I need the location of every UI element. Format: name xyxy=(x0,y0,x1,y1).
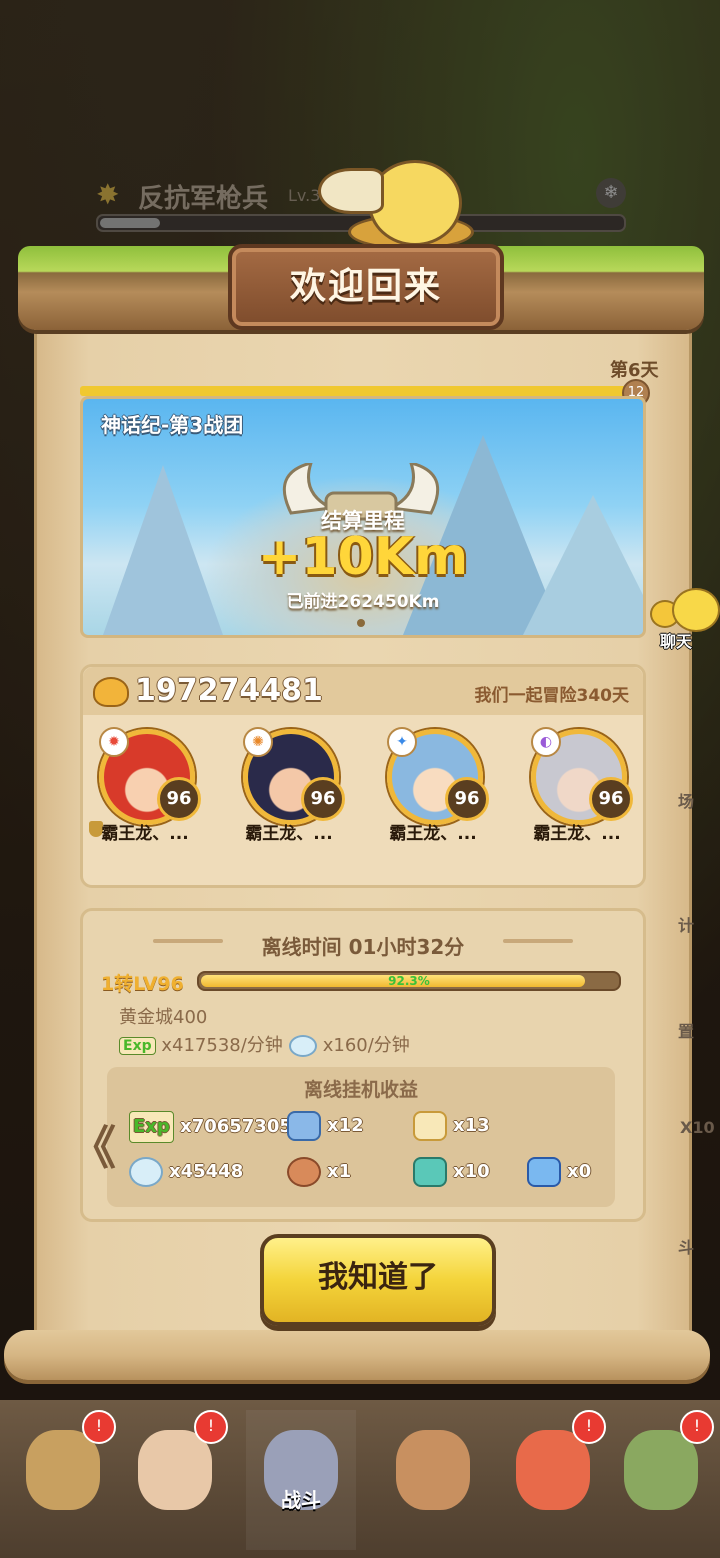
hero-level: 96 xyxy=(589,777,633,821)
exp-rate-value: x417538/分钟 xyxy=(161,1035,283,1056)
chat-face-icon xyxy=(672,588,720,632)
scroll-bottom-rod xyxy=(4,1330,710,1380)
ice-element-icon: ✦ xyxy=(387,727,417,757)
nav-tab-2[interactable]: ! xyxy=(120,1410,230,1550)
xp-progress-bar: 92.3% xyxy=(197,971,621,991)
rewards-title: 离线挂机收益 xyxy=(303,1079,418,1101)
hero-slot[interactable]: ✹ 96 霸王龙、... xyxy=(85,725,205,845)
combat-power: 197274481 xyxy=(135,673,323,708)
offline-rewards: 离线挂机收益 Exp x70657305 x12 x13 x45448 x1 x… xyxy=(107,1067,615,1207)
hero-name: 霸王龙、... xyxy=(389,824,477,844)
side-menu-fragment: X10 xyxy=(680,1118,715,1137)
exp-rate: Exp x417538/分钟 xyxy=(119,1031,283,1057)
reward-exp: Exp x70657305 xyxy=(129,1111,292,1143)
reward-diamond: x45448 xyxy=(129,1157,243,1187)
equipment-box-icon xyxy=(287,1111,321,1141)
nav-character-icon xyxy=(396,1430,470,1510)
offline-panel: 离线时间 01小时32分 1转LV96 92.3% 黄金城400 Exp x41… xyxy=(80,908,646,1222)
blue-crystal-icon xyxy=(527,1157,561,1187)
map-title: 神话纪-第3战团 xyxy=(101,413,244,437)
dialog-title-plate: 欢迎回来 xyxy=(228,244,504,330)
reward-equipment: x12 xyxy=(287,1111,364,1141)
reward-blue-crystal: x0 xyxy=(527,1157,591,1187)
distance-gain: +10Km xyxy=(257,527,469,587)
chat-button[interactable]: 聊天 xyxy=(650,588,720,654)
nav-tab-5[interactable]: ! xyxy=(498,1410,608,1550)
gem-rate: x160/分钟 xyxy=(289,1031,410,1057)
nav-tab-1[interactable]: ! xyxy=(8,1410,118,1550)
prev-page-arrow-icon[interactable]: 《 xyxy=(70,1112,116,1178)
side-menu-fragment: 场 xyxy=(678,792,695,811)
total-distance: 已前进262450Km xyxy=(286,592,440,612)
stage-progress-bar xyxy=(80,386,642,396)
nav-tab-battle[interactable]: 战斗 xyxy=(246,1410,356,1550)
shadow-element-icon: ◐ xyxy=(531,727,561,757)
gem-rate-value: x160/分钟 xyxy=(322,1035,410,1056)
hero-level: 96 xyxy=(301,777,345,821)
chat-label: 聊天 xyxy=(660,632,693,651)
adventure-days: 我们一起冒险340天 xyxy=(474,686,630,706)
offline-time: 离线时间 01小时32分 xyxy=(261,935,465,959)
exp-icon: Exp xyxy=(129,1111,174,1143)
meat-icon xyxy=(287,1157,321,1187)
nav-character-icon xyxy=(624,1430,698,1510)
exp-icon: Exp xyxy=(119,1037,156,1055)
diamond-icon xyxy=(289,1035,317,1057)
dialog-title: 欢迎回来 xyxy=(289,266,442,307)
page-indicator-dot xyxy=(357,619,365,627)
bottom-nav: ! ! 战斗 ! ! xyxy=(0,1400,720,1558)
hero-name: 霸王龙、... xyxy=(245,824,333,844)
stage-city: 黄金城400 xyxy=(119,1007,208,1028)
nav-character-icon xyxy=(26,1430,100,1510)
player-level: 1转LV96 xyxy=(101,973,184,995)
green-stone-icon xyxy=(413,1157,447,1187)
reward-amount: x70657305 xyxy=(180,1116,292,1137)
reward-amount: x13 xyxy=(453,1115,490,1136)
reward-amount: x1 xyxy=(327,1161,352,1182)
hero-slot[interactable]: ✦ 96 霸王龙、... xyxy=(373,725,493,845)
nav-character-icon xyxy=(516,1430,590,1510)
hero-slot[interactable]: ✺ 96 霸王龙、... xyxy=(229,725,349,845)
confirm-button[interactable]: 我知道了 xyxy=(260,1234,496,1326)
nav-character-icon xyxy=(138,1430,212,1510)
reward-green-stone: x10 xyxy=(413,1157,490,1187)
hero-name: 霸王龙、... xyxy=(101,824,189,844)
alert-icon: ! xyxy=(82,1410,116,1444)
nav-tab-label: 战斗 xyxy=(281,1488,321,1512)
team-card: 197274481 我们一起冒险340天 ✹ 96 霸王龙、... ✺ 96 霸… xyxy=(80,664,646,888)
horn-bird-mascot-icon xyxy=(318,150,474,250)
combat-power-icon xyxy=(93,677,129,707)
diamond-icon xyxy=(129,1157,163,1187)
alert-icon: ! xyxy=(572,1410,606,1444)
nav-tab-6[interactable]: ! xyxy=(606,1410,716,1550)
xp-percent: 92.3% xyxy=(388,974,430,988)
reward-amount: x12 xyxy=(327,1115,364,1136)
reward-meat: x1 xyxy=(287,1157,351,1187)
reward-amount: x10 xyxy=(453,1161,490,1182)
side-menu-fragment: 置 xyxy=(678,1022,695,1041)
reward-amount: x45448 xyxy=(169,1161,244,1182)
hero-slot[interactable]: ◐ 96 霸王龙、... xyxy=(517,725,637,845)
hero-level: 96 xyxy=(445,777,489,821)
fire-element-icon: ✺ xyxy=(243,727,273,757)
map-banner: 神话纪-第3战团 结算里程 +10Km 已前进262450Km xyxy=(80,396,646,638)
side-menu-fragment: 斗 xyxy=(678,1238,695,1257)
side-menu-fragment: 计 xyxy=(678,916,695,935)
hero-name: 霸王龙、... xyxy=(533,824,621,844)
torch-icon xyxy=(413,1111,447,1141)
alert-icon: ! xyxy=(194,1410,228,1444)
reward-torch: x13 xyxy=(413,1111,490,1141)
nav-tab-4[interactable] xyxy=(378,1410,488,1550)
hero-level: 96 xyxy=(157,777,201,821)
fire-element-icon: ✹ xyxy=(99,727,129,757)
reward-amount: x0 xyxy=(567,1161,592,1182)
confirm-button-label: 我知道了 xyxy=(318,1260,438,1295)
alert-icon: ! xyxy=(680,1410,714,1444)
